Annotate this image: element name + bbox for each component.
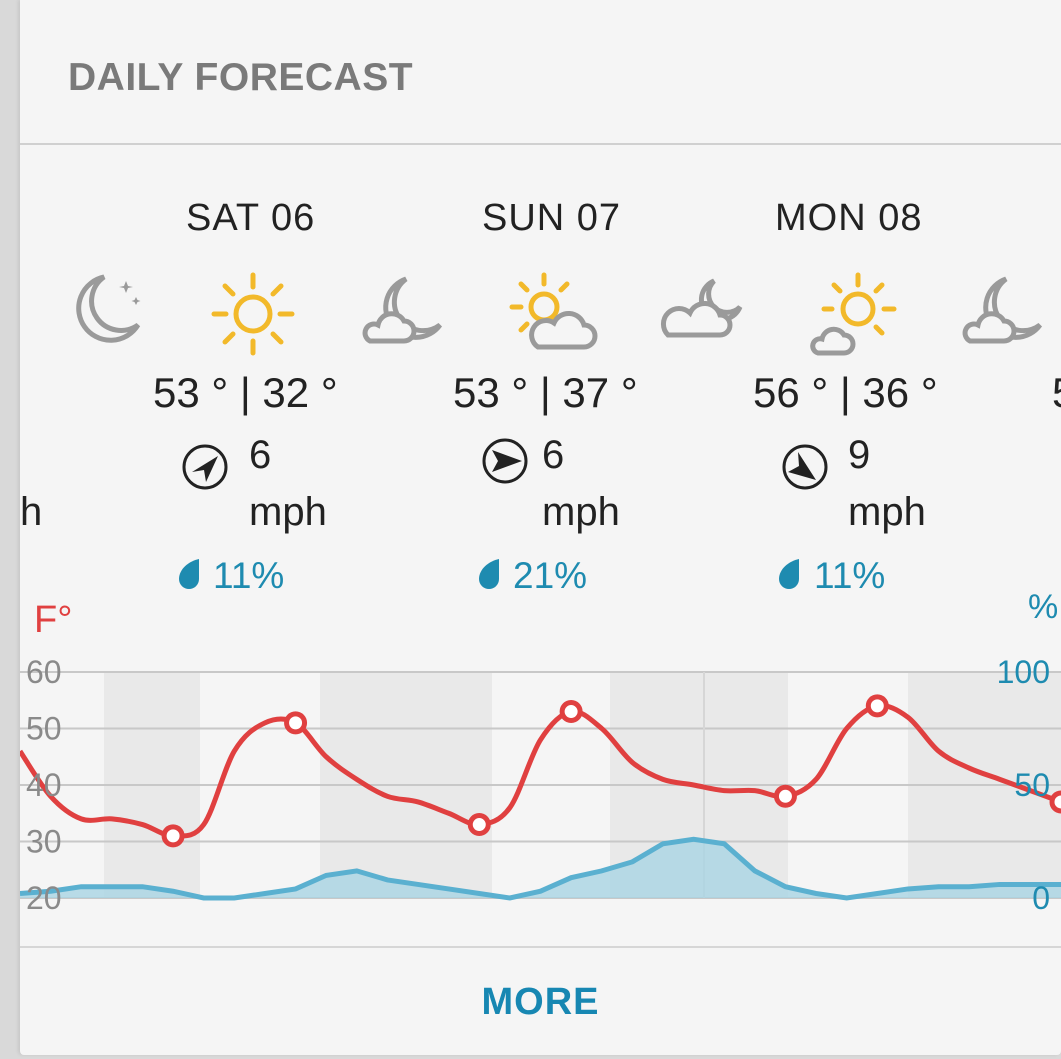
left-tick-label: 60	[26, 654, 62, 690]
wind-speed-sun: 6	[542, 433, 565, 477]
wind-direction-icon	[482, 438, 528, 484]
moon-cloud-icon	[962, 276, 1043, 344]
day-label-sat: SAT 06	[186, 197, 316, 239]
left-tick-label: 30	[26, 824, 62, 860]
left-axis-label: F°	[34, 599, 72, 641]
wind-speed-sat: 6	[249, 433, 272, 477]
temperature-marker	[467, 813, 491, 837]
wind-direction-icon	[782, 444, 828, 490]
left-axis-ticks: 60 50 40 30 20	[26, 654, 62, 916]
raindrop-icon	[779, 559, 799, 589]
sun-cloud-icon	[810, 272, 897, 356]
partial-temp-right: 5	[1052, 369, 1061, 417]
wind-speed-mon: 9	[848, 433, 871, 477]
temps-sun: 53 ° | 37 °	[453, 369, 638, 416]
day-label-mon: MON 08	[775, 197, 923, 239]
temperature-marker	[284, 711, 308, 735]
temperature-marker	[559, 700, 583, 724]
right-tick-label: 0	[1032, 880, 1050, 916]
right-axis-label: %	[1028, 590, 1058, 626]
temperature-marker	[161, 824, 185, 848]
partial-wind-unit-left: h	[20, 490, 43, 534]
right-tick-label: 100	[997, 654, 1050, 690]
moon-cloud-icon	[362, 276, 443, 344]
temperature-marker	[865, 694, 889, 718]
sun-icon	[211, 272, 295, 356]
card-footer: MORE	[20, 946, 1061, 1055]
day-label-sun: SUN 07	[482, 197, 622, 239]
wind-unit-sun: mph	[542, 490, 620, 534]
right-tick-label: 50	[1014, 767, 1050, 803]
temperature-precip-chart: 60 50 40 30 20 100 50 0 F° %	[20, 590, 1061, 916]
daily-forecast-card: DAILY FORECAST ° h SAT 06 53 ° | 32 °	[20, 0, 1061, 1055]
raindrop-icon	[179, 559, 199, 589]
temps-mon: 56 ° | 36 °	[753, 369, 938, 416]
left-tick-label: 40	[26, 767, 62, 803]
forecast-strip[interactable]: ° h SAT 06 53 ° | 32 ° 6	[20, 145, 1061, 600]
sun-cloud-icon	[509, 272, 598, 350]
partial-temp-left: °	[20, 369, 21, 417]
left-tick-label: 50	[26, 711, 62, 747]
raindrop-icon	[479, 559, 499, 589]
temperature-marker	[773, 784, 797, 808]
wind-direction-icon	[182, 444, 228, 490]
left-tick-label: 20	[26, 880, 62, 916]
moon-cloud-icon	[660, 278, 743, 338]
wind-unit-sat: mph	[249, 490, 327, 534]
card-title: DAILY FORECAST	[68, 56, 414, 99]
temps-sat: 53 ° | 32 °	[153, 369, 338, 416]
card-header: DAILY FORECAST	[20, 0, 1061, 145]
more-button[interactable]: MORE	[20, 948, 1061, 1055]
temperature-marker	[1049, 790, 1061, 814]
wind-unit-mon: mph	[848, 490, 926, 534]
moon-icon	[76, 274, 141, 343]
